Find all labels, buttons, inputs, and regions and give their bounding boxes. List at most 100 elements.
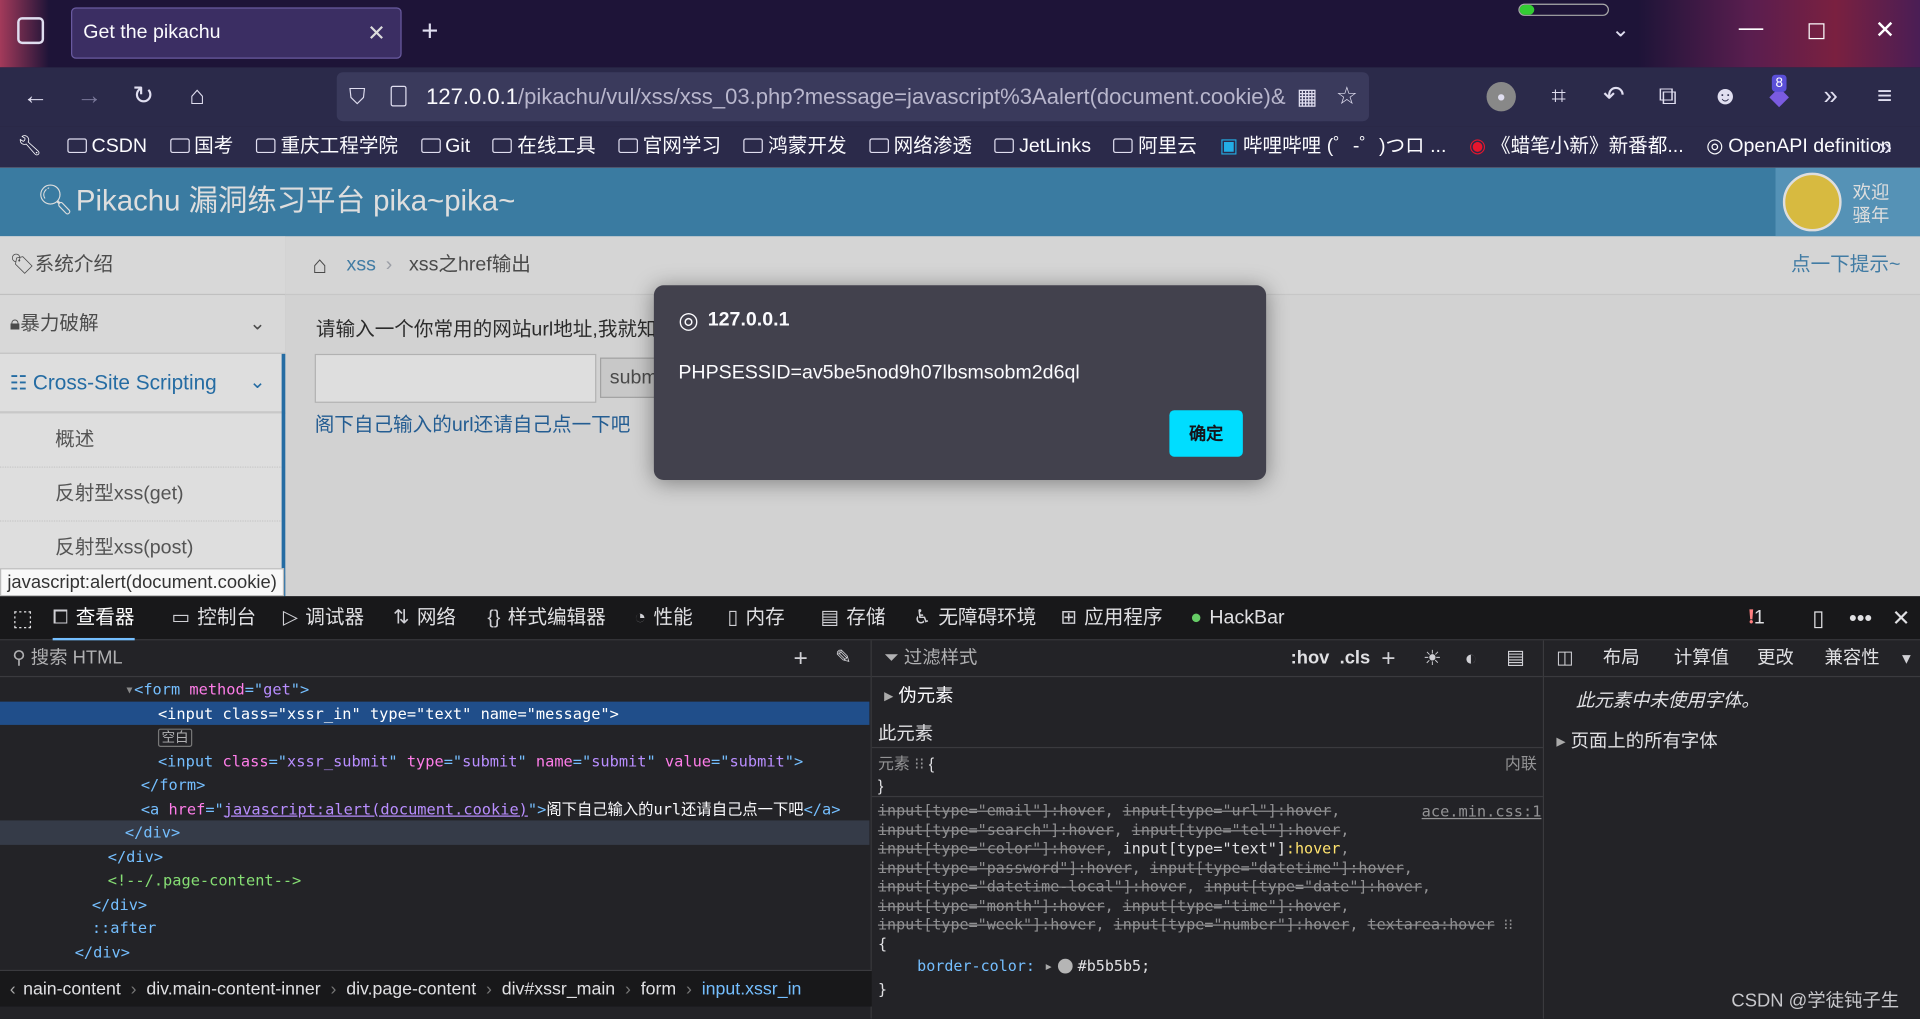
- print-media-icon[interactable]: ▤: [1506, 640, 1525, 677]
- code-line[interactable]: ▾<form method="get">: [0, 677, 869, 701]
- tab-layout[interactable]: 布局: [1603, 640, 1640, 677]
- tab-computed[interactable]: 计算值: [1674, 640, 1729, 677]
- tab-network[interactable]: ⇅ 网络: [393, 596, 456, 640]
- bookmark-openapi[interactable]: ◎ OpenAPI definition: [1706, 126, 1891, 168]
- all-fonts-toggle[interactable]: ▸ 页面上的所有字体: [1556, 727, 1717, 753]
- weibo-icon: ◉: [1469, 135, 1487, 157]
- restore-icon[interactable]: [1808, 23, 1825, 40]
- crop-icon[interactable]: ⌗: [1540, 67, 1577, 126]
- add-node-icon[interactable]: +: [793, 640, 807, 677]
- folder-icon: [169, 138, 190, 154]
- tabs-dropdown-icon[interactable]: ▼: [1899, 640, 1914, 677]
- tab-compatibility[interactable]: 兼容性: [1824, 640, 1879, 677]
- storage-icon: ▤: [820, 607, 839, 629]
- close-window-icon[interactable]: ✕: [1875, 15, 1896, 46]
- minimize-icon[interactable]: —: [1739, 15, 1763, 43]
- dark-theme-icon[interactable]: ◐: [1464, 640, 1477, 677]
- tab-hackbar[interactable]: ● HackBar: [1190, 596, 1284, 640]
- css-value[interactable]: #b5b5b5;: [1078, 958, 1151, 975]
- ok-button[interactable]: 确定: [1169, 410, 1243, 457]
- close-tab-icon[interactable]: ✕: [367, 9, 385, 58]
- reload-icon[interactable]: ↻: [125, 67, 162, 126]
- overflow-icon[interactable]: »: [1812, 67, 1849, 126]
- bookmark-jetlinks[interactable]: JetLinks: [994, 126, 1091, 168]
- hov-toggle[interactable]: :hov: [1291, 640, 1330, 677]
- extensions-icon[interactable]: ⧉: [1649, 67, 1686, 126]
- bookmark-git[interactable]: Git: [420, 126, 470, 168]
- code-line[interactable]: 空白: [0, 725, 869, 749]
- forward-icon[interactable]: →: [71, 67, 108, 126]
- avatar-icon[interactable]: ●: [1486, 82, 1516, 112]
- bookmark-cqie[interactable]: 重庆工程学院: [255, 126, 398, 168]
- close-brace: }: [877, 776, 884, 795]
- tab-pikachu[interactable]: Get the pikachu ✕: [71, 7, 402, 59]
- folder-icon: [743, 138, 764, 154]
- code-line[interactable]: </div>: [0, 820, 870, 845]
- url-bar[interactable]: ⛉ 127.0.0.1/pikachu/vul/xss/xss_03.php?m…: [336, 72, 1369, 122]
- tab-style-editor[interactable]: {} 样式编辑器: [487, 596, 605, 640]
- bookmarks-overflow-icon[interactable]: »: [1878, 126, 1892, 168]
- bookmark-aliyun[interactable]: 阿里云: [1113, 126, 1197, 168]
- light-theme-icon[interactable]: ☀: [1423, 640, 1442, 677]
- breadcrumb-scroll-left-icon[interactable]: ‹: [0, 980, 23, 1000]
- html-search-input[interactable]: 搜索 HTML: [31, 648, 123, 669]
- close-devtools-icon[interactable]: ✕: [1892, 596, 1910, 640]
- bookmark-csdn[interactable]: CSDN: [67, 126, 147, 168]
- code-line[interactable]: </form>: [0, 773, 869, 797]
- tab-console[interactable]: ▭ 控制台: [171, 596, 256, 640]
- code-line[interactable]: <!--/.page-content-->: [0, 868, 869, 892]
- tab-performance[interactable]: ◔ 性能: [634, 596, 692, 640]
- code-line[interactable]: </div>: [0, 940, 869, 964]
- code-line[interactable]: <a href="javascript:alert(document.cooki…: [0, 797, 869, 821]
- tab-list-icon[interactable]: [17, 17, 45, 45]
- error-badge[interactable]: ❗︎1: [1749, 596, 1765, 640]
- crumb[interactable]: div#xssr_main: [502, 980, 615, 1000]
- home-icon[interactable]: ⌂: [179, 67, 216, 126]
- eyedropper-icon[interactable]: ✎: [835, 640, 851, 677]
- tab-debugger[interactable]: ▷ 调试器: [283, 596, 364, 640]
- filter-styles-input[interactable]: 过滤样式: [904, 648, 977, 669]
- code-line[interactable]: </div>: [0, 892, 869, 916]
- tab-changes[interactable]: 更改: [1757, 640, 1794, 677]
- crumb[interactable]: div.main-content-inner: [146, 980, 320, 1000]
- bookmark-guokao[interactable]: 国考: [169, 126, 233, 168]
- wrench-icon[interactable]: 🔧︎: [17, 126, 42, 168]
- bookmark-official[interactable]: 官网学习: [618, 126, 721, 168]
- tab-storage[interactable]: ▤ 存储: [820, 596, 885, 640]
- bookmark-pentest[interactable]: 网络渗透: [869, 126, 972, 168]
- code-line[interactable]: ::after: [0, 916, 869, 940]
- tab-accessibility[interactable]: ♿︎ 无障碍环境: [913, 596, 1036, 640]
- bookmark-bilibili[interactable]: ▣ 哔哩哔哩 (゜-゜)つロ ...: [1219, 126, 1446, 168]
- more-icon[interactable]: •••: [1849, 596, 1872, 640]
- back-icon[interactable]: ←: [17, 67, 54, 126]
- tab-application[interactable]: ⊞ 应用程序: [1060, 596, 1162, 640]
- qr-code-icon[interactable]: ▦: [1291, 72, 1323, 122]
- shield-icon[interactable]: ⛉: [349, 72, 366, 121]
- cls-toggle[interactable]: .cls: [1340, 640, 1371, 677]
- crumb-active[interactable]: input.xssr_in: [702, 980, 802, 1000]
- new-tab-icon[interactable]: +: [421, 15, 438, 49]
- crumb[interactable]: div.page-content: [346, 980, 476, 1000]
- filter-icon: ⏷: [884, 647, 904, 669]
- pick-element-icon[interactable]: ⬚: [12, 596, 33, 640]
- code-line[interactable]: </div>: [0, 844, 869, 868]
- undo-icon[interactable]: ↶: [1596, 67, 1633, 126]
- tab-inspector[interactable]: ⧠ 查看器: [52, 596, 135, 641]
- pseudo-elements-toggle[interactable]: ▸ 伪元素: [884, 682, 953, 708]
- sidebar-toggle-icon[interactable]: ◫: [1556, 640, 1573, 677]
- addon-icon[interactable]: ☻: [1707, 67, 1744, 126]
- bookmark-harmony[interactable]: 鸿蒙开发: [743, 126, 847, 168]
- bookmark-tools[interactable]: 在线工具: [492, 126, 596, 168]
- star-icon[interactable]: ☆: [1331, 72, 1363, 122]
- dock-icon[interactable]: ▯: [1812, 596, 1824, 640]
- crumb[interactable]: nain-content: [23, 980, 121, 1000]
- code-line-selected[interactable]: <input class="xssr_in" type="text" name=…: [0, 701, 870, 725]
- chevron-down-icon[interactable]: ⌄: [1611, 17, 1629, 43]
- add-rule-icon[interactable]: +: [1381, 640, 1395, 677]
- menu-icon[interactable]: ≡: [1866, 67, 1903, 126]
- bookmark-crayon[interactable]: ◉ 《蜡笔小新》新番都...: [1469, 126, 1684, 168]
- color-swatch[interactable]: [1058, 958, 1073, 974]
- code-line[interactable]: <input class="xssr_submit" type="submit"…: [0, 749, 869, 773]
- crumb[interactable]: form: [641, 980, 677, 1000]
- tab-memory[interactable]: ▯ 内存: [727, 596, 784, 640]
